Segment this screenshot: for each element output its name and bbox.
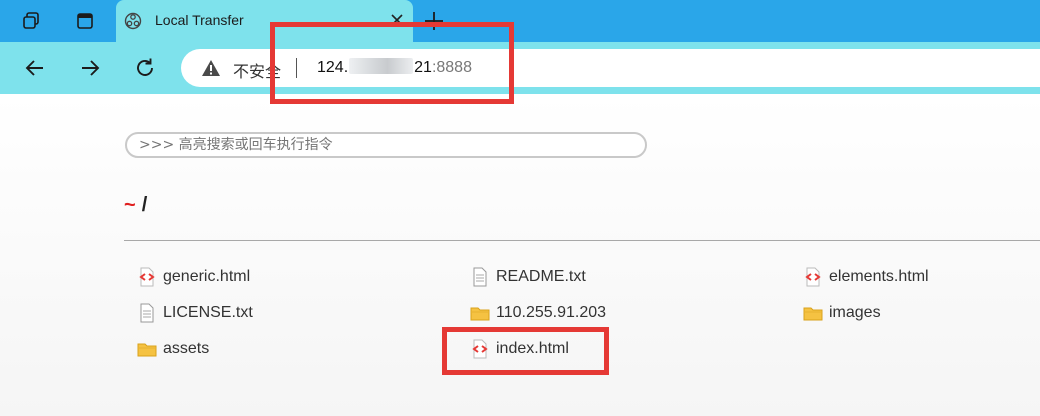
file-name: generic.html [163,268,251,285]
file-name: images [829,304,881,321]
tab-strip: Local Transfer [0,0,1040,42]
arrow-right-icon [82,60,100,76]
favicon-icon [124,12,142,30]
file-item[interactable]: 110.255.91.203 [470,303,606,323]
breadcrumb-home[interactable]: ~ [124,194,136,216]
refresh-icon [137,58,153,76]
tab-title: Local Transfer [155,12,244,28]
folder-icon [803,307,823,321]
divider [124,240,1040,241]
file-name: assets [163,340,210,357]
html-file-icon [139,267,155,287]
highlight-box-index [442,327,609,375]
file-item[interactable]: assets [137,339,209,359]
folder-icon [137,343,157,357]
file-name: README.txt [496,268,586,285]
breadcrumb-separator: / [141,194,148,216]
file-name: LICENSE.txt [163,304,253,321]
tab-actions-icon [77,13,93,29]
highlight-box-url [270,22,514,104]
back-button[interactable] [17,51,53,85]
file-item[interactable]: README.txt [470,267,586,287]
workspaces-icon [23,12,39,29]
arrow-left-icon [25,60,43,76]
forward-button[interactable] [72,51,108,85]
tab-actions-button[interactable] [68,6,102,36]
file-item[interactable]: images [803,303,881,323]
browser-toolbar: 不安全 124. 21:8888 [0,42,1040,94]
text-file-icon [473,267,487,287]
file-item[interactable]: generic.html [137,267,250,287]
file-item[interactable]: elements.html [803,267,929,287]
html-file-icon [805,267,821,287]
text-file-icon [140,303,154,323]
refresh-button[interactable] [127,51,163,85]
file-name: elements.html [829,268,929,285]
breadcrumb: ~ / [124,194,147,217]
file-name: 110.255.91.203 [496,304,607,321]
command-input[interactable] [125,132,647,158]
workspaces-button[interactable] [14,6,48,36]
folder-icon [470,307,490,321]
file-item[interactable]: LICENSE.txt [137,303,253,323]
warning-icon[interactable] [201,59,221,77]
